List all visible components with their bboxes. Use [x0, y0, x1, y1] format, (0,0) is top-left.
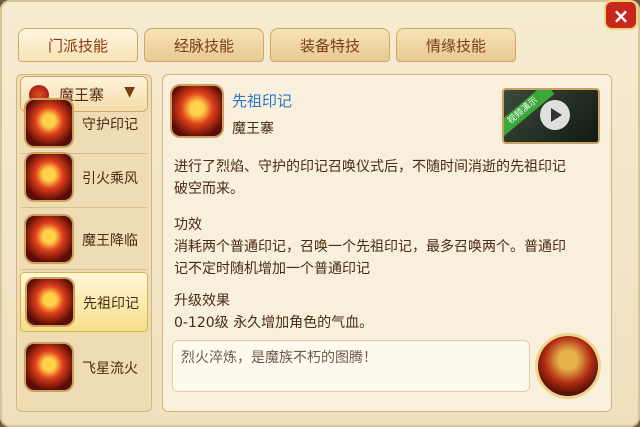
skill-panel: × 门派技能 经脉技能 装备特技 情缘技能 魔王寨 ▼ 守护印记 引火乘风 魔王…: [0, 0, 640, 427]
skill-detail-panel: 先祖印记 魔王寨 视频演示 进行了烈焰、守护的印记召唤仪式后，不随时间消逝的先祖…: [162, 74, 612, 412]
fire-skill-icon: [27, 279, 73, 325]
skill-name: 先祖印记: [232, 92, 293, 110]
skill-item-yinhuo[interactable]: 引火乘风: [20, 148, 148, 208]
skill-label: 引火乘风: [82, 171, 138, 187]
skill-list-panel: 魔王寨 ▼ 守护印记 引火乘风 魔王降临 先祖印记 飞星流火: [16, 74, 152, 412]
skill-sect: 魔王寨: [232, 121, 274, 137]
skill-label: 魔王降临: [82, 233, 138, 249]
fire-skill-icon: [26, 344, 72, 390]
effect-title: 功效: [174, 217, 202, 233]
tab-sect-skills[interactable]: 门派技能: [18, 28, 138, 62]
effect-line-2: 记不定时随机增加一个普通印记: [174, 261, 370, 277]
skill-item-feixing[interactable]: 飞星流火: [20, 338, 148, 398]
tab-equipment-skills[interactable]: 装备特技: [270, 28, 390, 62]
description-line-1: 进行了烈焰、守护的印记召唤仪式后，不随时间消逝的先祖印记: [174, 159, 566, 175]
tab-meridian-skills[interactable]: 经脉技能: [144, 28, 264, 62]
skill-item-xianzu[interactable]: 先祖印记: [20, 272, 148, 332]
tab-bond-skills[interactable]: 情缘技能: [396, 28, 516, 62]
skill-label: 守护印记: [82, 117, 138, 133]
fire-skill-icon: [26, 154, 72, 200]
skill-item-shouhu[interactable]: 守护印记: [20, 94, 148, 154]
effect-line-1: 消耗两个普通印记，召唤一个先祖印记，最多召唤两个。普通印: [174, 239, 566, 255]
fire-skill-icon: [26, 216, 72, 262]
play-icon: [540, 100, 570, 130]
skill-label: 先祖印记: [83, 296, 139, 312]
skill-quote-box: 烈火淬炼，是魔族不朽的图腾！: [172, 340, 530, 392]
selected-skill-icon: [172, 86, 222, 136]
video-demo-button[interactable]: 视频演示: [502, 88, 600, 144]
skill-quote: 烈火淬炼，是魔族不朽的图腾！: [181, 350, 377, 366]
upgrade-text: 0-120级 永久增加角色的气血。: [174, 315, 374, 331]
skill-item-mowang[interactable]: 魔王降临: [20, 210, 148, 270]
fire-skill-icon: [26, 100, 72, 146]
upgrade-title: 升级效果: [174, 293, 230, 309]
close-button[interactable]: ×: [604, 0, 638, 30]
skill-label: 飞星流火: [82, 361, 138, 377]
description-line-2: 破空而来。: [174, 181, 244, 197]
character-avatar: [538, 336, 598, 396]
